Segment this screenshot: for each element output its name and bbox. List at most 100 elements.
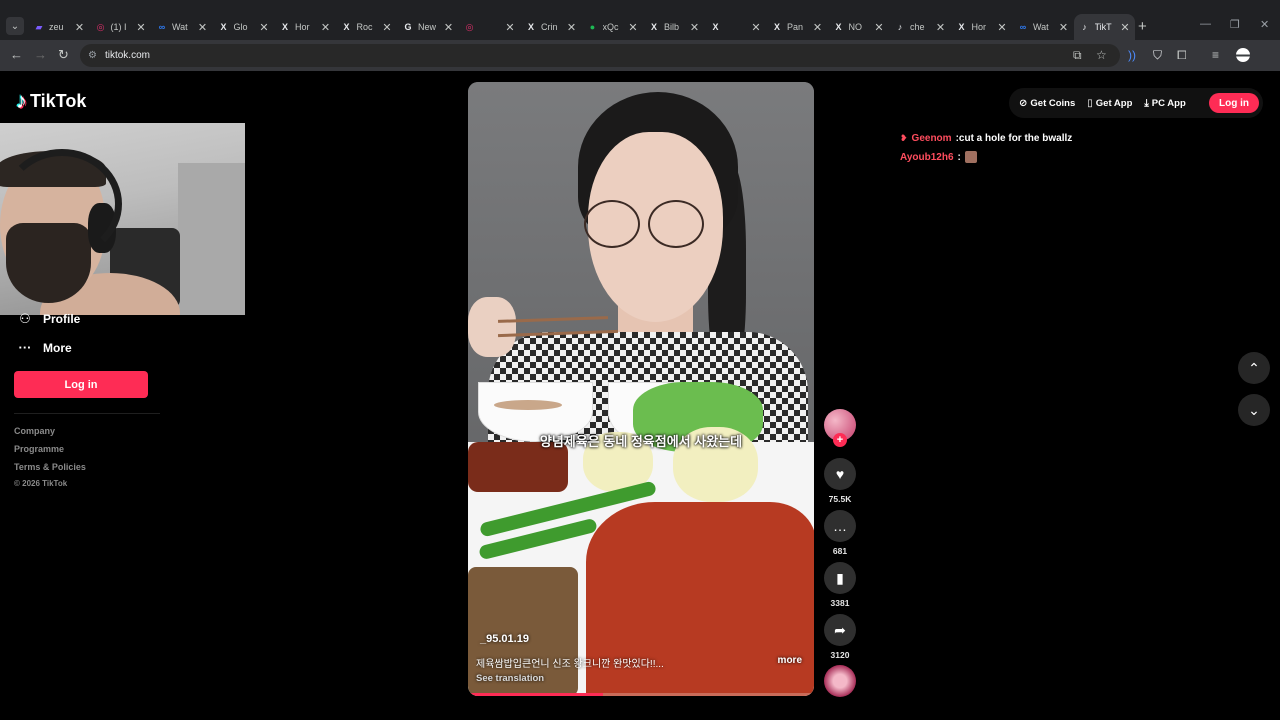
tab-favicon-icon: X	[343, 22, 350, 32]
browser-tab[interactable]: X Roc ✕	[336, 14, 398, 40]
follow-plus-icon[interactable]: +	[833, 433, 847, 447]
previous-video-button[interactable]: ⌃	[1238, 352, 1270, 384]
get-app-link[interactable]: ▯ Get App	[1087, 98, 1132, 109]
sidebar-login-button[interactable]: Log in	[14, 371, 148, 398]
tab-close-icon[interactable]: ✕	[565, 21, 579, 34]
browser-tab[interactable]: X Glo ✕	[213, 14, 275, 40]
browser-tab[interactable]: X NO ✕	[828, 14, 890, 40]
install-app-icon[interactable]: ⧉	[1073, 48, 1082, 63]
tab-close-icon[interactable]: ✕	[134, 21, 148, 34]
browser-tab[interactable]: ◎ ✕	[459, 14, 521, 40]
tiktok-logo[interactable]: ♪ TikTok	[16, 88, 86, 114]
share-button[interactable]: ➦	[824, 614, 856, 646]
see-translation-link[interactable]: See translation	[476, 673, 544, 684]
get-coins-link[interactable]: ⊘ Get Coins	[1019, 98, 1075, 109]
tab-list: ▰ zeu ✕ ◎ (1) I ✕ ∞ Wat ✕ X Glo ✕ X Hor ✕ X Roc ✕ G New ✕ ◎ ✕ X…	[28, 14, 1135, 40]
pc-app-link[interactable]: ⤓ PC App	[1144, 98, 1185, 109]
browser-tab[interactable]: X Crin ✕	[520, 14, 582, 40]
forward-icon[interactable]: →	[34, 47, 47, 62]
extensions-puzzle-icon[interactable]: ⧠	[1177, 48, 1187, 63]
tab-favicon-icon: G	[404, 22, 412, 32]
extension-wave-icon[interactable]: ))	[1128, 48, 1136, 62]
tab-close-icon[interactable]: ✕	[872, 21, 886, 34]
reading-list-icon[interactable]: ≡	[1212, 48, 1219, 62]
bookmark-star-icon[interactable]: ☆	[1096, 48, 1107, 62]
tab-close-icon[interactable]: ✕	[503, 21, 517, 34]
minimize-icon[interactable]: —	[1200, 18, 1211, 30]
address-bar[interactable]: ⚙ tiktok.com	[80, 44, 1120, 67]
tab-favicon-icon: ∞	[158, 22, 166, 32]
browser-tab[interactable]: ♪ che ✕	[889, 14, 951, 40]
tab-favicon-icon: ♪	[897, 22, 903, 32]
browser-tab[interactable]: ∞ Wat ✕	[151, 14, 213, 40]
tab-title: NO	[848, 22, 863, 32]
browser-tab[interactable]: ∞ Wat ✕	[1012, 14, 1074, 40]
sidebar-item-profile[interactable]: ⚇ Profile	[17, 311, 80, 327]
tab-close-icon[interactable]: ✕	[196, 21, 210, 34]
sidebar-item-more[interactable]: ··· More	[17, 340, 72, 355]
tiktok-note-icon: ♪	[16, 88, 27, 113]
back-icon[interactable]: ←	[10, 47, 23, 62]
sidebar-divider	[14, 413, 160, 414]
tab-close-icon[interactable]: ✕	[73, 21, 87, 34]
browser-tab[interactable]: X Pan ✕	[766, 14, 828, 40]
tab-close-icon[interactable]: ✕	[688, 21, 702, 34]
tab-close-icon[interactable]: ✕	[257, 21, 271, 34]
tab-close-icon[interactable]: ✕	[442, 21, 456, 34]
new-tab-button[interactable]: +	[1138, 18, 1147, 35]
tab-close-icon[interactable]: ✕	[934, 21, 948, 34]
pc-app-label: PC App	[1151, 97, 1186, 109]
tab-close-icon[interactable]: ✕	[1057, 21, 1071, 34]
chat-username: Ayoub12h6	[900, 151, 954, 163]
tab-favicon-icon: X	[712, 22, 719, 32]
tab-close-icon[interactable]: ✕	[995, 21, 1009, 34]
tab-title: Hor	[971, 22, 987, 32]
restore-icon[interactable]: ❐	[1230, 18, 1240, 31]
browser-tab[interactable]: X ✕	[705, 14, 767, 40]
tab-close-icon[interactable]: ✕	[811, 21, 825, 34]
browser-tab[interactable]: ● xQc ✕	[582, 14, 644, 40]
comment-button[interactable]: …	[824, 510, 856, 542]
tab-search-button[interactable]: ⌄	[6, 17, 24, 35]
browser-tab[interactable]: X Bilb ✕	[643, 14, 705, 40]
tab-close-icon[interactable]: ✕	[319, 21, 333, 34]
tab-title: Crin	[541, 22, 558, 32]
tab-title: Bilb	[664, 22, 680, 32]
description-more-link[interactable]: more	[778, 655, 802, 666]
browser-tab[interactable]: ▰ zeu ✕	[28, 14, 90, 40]
tab-close-icon[interactable]: ✕	[626, 21, 640, 34]
browser-tab[interactable]: X Hor ✕	[951, 14, 1013, 40]
tab-title: (1) I	[110, 22, 127, 32]
heart-icon: ♥	[835, 466, 845, 482]
video-description: 제육쌈밥입큰언니 신조 왕크니깐 완맛있다!!...	[476, 659, 664, 670]
next-video-button[interactable]: ⌄	[1238, 394, 1270, 426]
music-disc-icon[interactable]	[824, 665, 856, 697]
video-progress-bar[interactable]	[468, 693, 814, 696]
browser-tab[interactable]: G New ✕	[397, 14, 459, 40]
video-player[interactable]: 양념제육은 동네 정육점에서 사왔는데 _95.01.19 제육쌈밥입큰언니 신…	[468, 82, 814, 696]
chat-emote-icon	[964, 151, 977, 163]
tab-close-icon[interactable]: ✕	[1118, 21, 1132, 34]
tab-favicon-icon: ∞	[1019, 22, 1027, 32]
browser-tab[interactable]: ◎ (1) I ✕	[90, 14, 152, 40]
tab-close-icon[interactable]: ✕	[380, 21, 394, 34]
browser-tab[interactable]: ♪ TikT ✕	[1073, 14, 1135, 40]
topbar-login-button[interactable]: Log in	[1209, 93, 1259, 113]
video-author[interactable]: _95.01.19	[480, 633, 529, 645]
like-button[interactable]: ♥	[824, 458, 856, 490]
save-button[interactable]: ▮	[824, 562, 856, 594]
reload-icon[interactable]: ↻	[58, 47, 69, 63]
browser-profile-avatar[interactable]	[1236, 48, 1250, 62]
tab-favicon-icon: X	[958, 22, 965, 32]
tab-close-icon[interactable]: ✕	[749, 21, 763, 34]
footer-link-terms[interactable]: Terms & Policies	[14, 462, 86, 472]
close-window-icon[interactable]: ✕	[1260, 18, 1269, 31]
tab-title: Roc	[356, 22, 373, 32]
footer-link-programme[interactable]: Programme	[14, 444, 64, 454]
extension-shield-icon[interactable]: ⛉	[1153, 48, 1162, 63]
site-info-icon[interactable]: ⚙	[88, 50, 97, 61]
tab-title: TikT	[1094, 22, 1112, 32]
browser-tab[interactable]: X Hor ✕	[274, 14, 336, 40]
footer-link-company[interactable]: Company	[14, 426, 55, 436]
tab-title: xQc	[602, 22, 619, 32]
